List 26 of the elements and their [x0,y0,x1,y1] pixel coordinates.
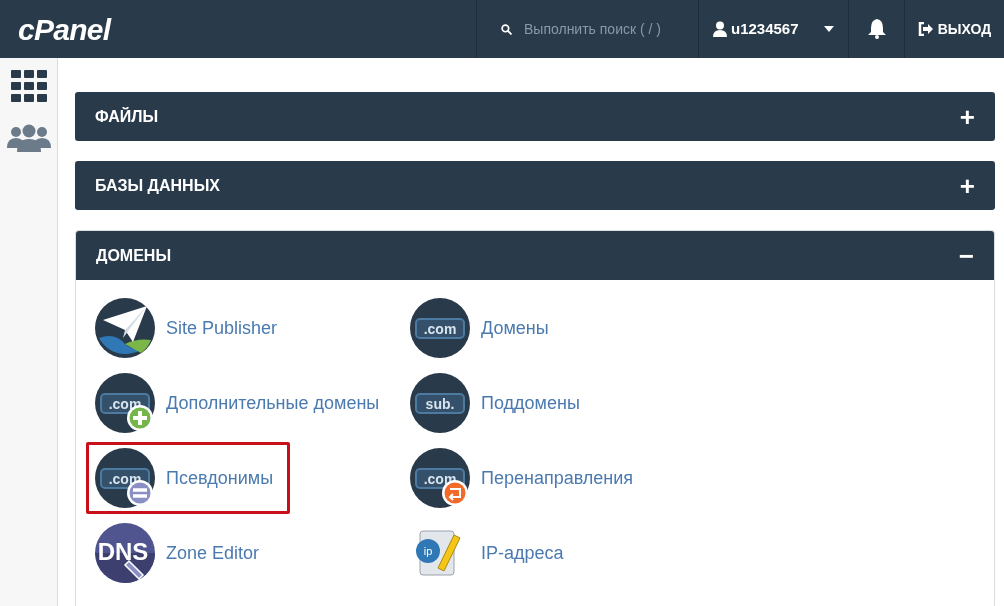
users-icon[interactable] [6,124,51,152]
section-header[interactable]: БАЗЫ ДАННЫХ + [75,161,995,210]
logout-icon [917,22,934,36]
tool-link[interactable]: DNS Zone Editor [95,523,410,583]
section-title: ДОМЕНЫ [96,245,172,266]
toggle-icon: + [959,103,975,130]
section-header[interactable]: ДОМЕНЫ − [76,231,994,280]
tool-link[interactable]: .com Домены [410,298,994,358]
paper-plane-globe-icon [95,298,155,358]
logo[interactable]: cPanel [18,6,111,52]
tool-link[interactable]: ip IP-адреса [410,523,994,583]
dns-pencil-icon: DNS [95,523,155,583]
section-title: ФАЙЛЫ [95,106,159,127]
toggle-icon: + [959,172,975,199]
domain-icon: .com [410,298,470,358]
search-field[interactable]: Выполнить поиск ( / ) [524,18,674,40]
toggle-icon: − [958,242,974,269]
tool-link[interactable]: Site Publisher [95,298,410,358]
section-title: БАЗЫ ДАННЫХ [95,175,220,196]
grid-icon[interactable] [10,70,47,102]
caret-icon [824,26,834,32]
user-icon [713,21,727,37]
subdomain-icon: sub. [410,373,470,433]
bell-icon[interactable] [867,19,886,39]
section-header[interactable]: ФАЙЛЫ + [75,92,995,141]
tool-link[interactable]: sub. Поддомены [410,373,994,433]
